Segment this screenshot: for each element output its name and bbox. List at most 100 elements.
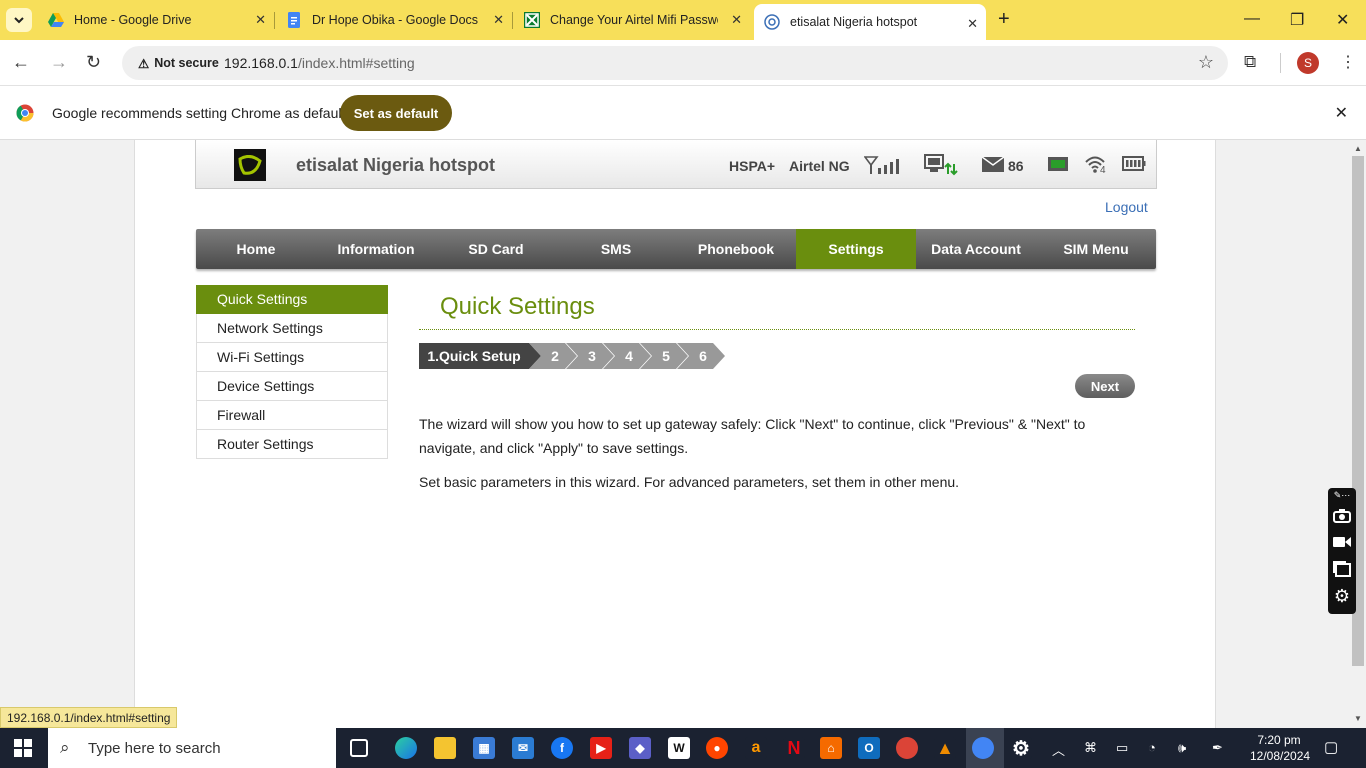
meet-now-icon[interactable]: ⌘ [1084, 740, 1097, 756]
wizard-step-1: 1.Quick Setup [419, 343, 541, 369]
side-item-wifi-settings[interactable]: Wi-Fi Settings [196, 343, 388, 372]
camera-icon[interactable] [1332, 506, 1352, 526]
tab-divider [274, 12, 275, 29]
pen-icon[interactable]: ✒ [1212, 740, 1223, 756]
sms-count: 86 [1008, 158, 1024, 174]
clipchamp-icon[interactable]: ◆ [629, 737, 651, 759]
status-bubble: 192.168.0.1/index.html#setting [0, 707, 178, 728]
warning-icon: ⚠ [138, 56, 150, 71]
sms-envelope-icon[interactable] [982, 157, 1004, 172]
system-clock[interactable]: 7:20 pm 12/08/2024 [1250, 732, 1311, 764]
shopping-icon[interactable]: ⌂ [820, 737, 842, 759]
reddit-icon[interactable]: ● [706, 737, 728, 759]
vlc-icon[interactable]: ▲ [934, 737, 956, 759]
show-hidden-icons-chevron-icon[interactable]: ︿ [1052, 740, 1065, 759]
wikipedia-icon[interactable]: W [668, 737, 690, 759]
chrome-profile-icon[interactable] [972, 737, 994, 759]
extensions-icon[interactable]: ⧉ [1244, 52, 1256, 72]
windows-start-icon[interactable] [14, 739, 32, 757]
forward-icon[interactable]: → [50, 52, 68, 73]
side-item-firewall[interactable]: Firewall [196, 401, 388, 430]
tab-title: Dr Hope Obika - Google Docs [312, 13, 479, 27]
video-camera-icon[interactable] [1332, 532, 1352, 552]
infobar-message: Google recommends setting Chrome as defa… [52, 105, 346, 121]
taskbar-search-box[interactable]: ⌕ Type here to search [48, 728, 336, 768]
new-tab-button[interactable]: + [998, 8, 1010, 31]
tab-etisalat-hotspot[interactable]: etisalat Nigeria hotspot ✕ [754, 4, 986, 40]
router-page: etisalat Nigeria hotspot HSPA+ Airtel NG… [134, 140, 1216, 728]
nav-home[interactable]: Home [196, 229, 316, 269]
tab-divider [512, 12, 513, 29]
tab-google-drive[interactable]: Home - Google Drive ✕ [38, 0, 274, 40]
minimize-icon[interactable]: — [1244, 10, 1260, 28]
nav-data-account[interactable]: Data Account [916, 229, 1036, 269]
bookmark-star-icon[interactable]: ☆ [1198, 52, 1214, 73]
edge-icon[interactable] [395, 737, 417, 759]
chevron-down-icon [14, 16, 24, 23]
clock-date: 12/08/2024 [1250, 749, 1311, 763]
volume-icon[interactable]: 🕪 [1178, 740, 1186, 756]
battery-tray-icon[interactable]: ▭ [1116, 740, 1128, 756]
side-item-quick-settings[interactable]: Quick Settings [196, 285, 388, 314]
wifi-client-count: 4 [1100, 165, 1106, 176]
youtube-icon[interactable]: ▶ [590, 737, 612, 759]
chrome-taskbar-icon[interactable] [896, 737, 918, 759]
set-as-default-button[interactable]: Set as default [340, 95, 452, 131]
tab-airtel-mifi[interactable]: Change Your Airtel Mifi Passwo ✕ [514, 0, 750, 40]
logout-link[interactable]: Logout [1105, 199, 1148, 215]
file-explorer-icon[interactable] [434, 737, 456, 759]
scroll-down-arrow-icon[interactable]: ▼ [1354, 714, 1362, 723]
tab-google-docs[interactable]: Dr Hope Obika - Google Docs ✕ [276, 0, 512, 40]
nav-sd-card[interactable]: SD Card [436, 229, 556, 269]
mail-icon[interactable]: ✉ [512, 737, 534, 759]
back-icon[interactable]: ← [12, 52, 30, 73]
close-icon[interactable]: ✕ [967, 16, 978, 32]
wifi-icon [1085, 156, 1105, 173]
nav-sim-menu[interactable]: SIM Menu [1036, 229, 1156, 269]
close-icon[interactable]: ✕ [1335, 103, 1348, 123]
notifications-icon[interactable]: ▢ [1324, 738, 1338, 756]
security-chip[interactable]: ⚠ Not secure [130, 52, 227, 74]
nav-sms[interactable]: SMS [556, 229, 676, 269]
side-item-device-settings[interactable]: Device Settings [196, 372, 388, 401]
chrome-icon [16, 104, 34, 122]
close-icon[interactable]: ✕ [493, 12, 504, 28]
operator-name: Airtel NG [789, 158, 850, 174]
profile-avatar[interactable]: S [1297, 52, 1319, 74]
settings-gear-icon[interactable]: ⚙ [1332, 586, 1352, 606]
url-text[interactable]: 192.168.0.1/index.html#setting [224, 55, 415, 71]
side-item-router-settings[interactable]: Router Settings [196, 430, 388, 459]
amazon-icon[interactable]: a [745, 737, 767, 759]
search-placeholder: Type here to search [88, 739, 221, 757]
more-options-icon[interactable]: ✎⋯ [1332, 488, 1352, 502]
tab-title: Change Your Airtel Mifi Passwo [550, 13, 718, 27]
outlook-icon[interactable]: O [858, 737, 880, 759]
facebook-icon[interactable]: f [551, 737, 573, 759]
clock-time: 7:20 pm [1257, 733, 1301, 747]
search-icon: ⌕ [60, 738, 70, 757]
nav-information[interactable]: Information [316, 229, 436, 269]
settings-icon[interactable]: ⚙ [1010, 737, 1032, 760]
nav-phonebook[interactable]: Phonebook [676, 229, 796, 269]
next-button[interactable]: Next [1075, 374, 1135, 398]
microsoft-store-icon[interactable]: ▦ [473, 737, 495, 759]
netflix-icon[interactable]: N [783, 737, 805, 759]
network-tray-icon[interactable]: ◔ [1148, 740, 1156, 755]
nav-settings[interactable]: Settings [796, 229, 916, 269]
reload-icon[interactable]: ↻ [86, 52, 101, 73]
restore-icon[interactable]: ❐ [1290, 10, 1304, 30]
window-capture-icon[interactable] [1332, 559, 1352, 579]
page-title: Quick Settings [440, 293, 595, 320]
menu-icon[interactable]: ⋮ [1340, 52, 1356, 72]
close-icon[interactable]: ✕ [731, 12, 742, 28]
page-scrollbar[interactable]: ▲ ▼ [1350, 140, 1366, 728]
scroll-up-arrow-icon[interactable]: ▲ [1354, 144, 1362, 153]
page-viewport: etisalat Nigeria hotspot HSPA+ Airtel NG… [0, 140, 1350, 728]
side-item-network-settings[interactable]: Network Settings [196, 314, 388, 343]
browser-toolbar: ← → ↻ ⚠ Not secure 192.168.0.1/index.htm… [0, 40, 1366, 86]
close-icon[interactable]: ✕ [255, 12, 266, 28]
address-bar[interactable]: ⚠ Not secure 192.168.0.1/index.html#sett… [122, 46, 1228, 80]
tab-search-button[interactable] [6, 8, 32, 32]
close-window-icon[interactable]: ✕ [1336, 10, 1349, 30]
task-view-icon[interactable] [350, 739, 368, 757]
